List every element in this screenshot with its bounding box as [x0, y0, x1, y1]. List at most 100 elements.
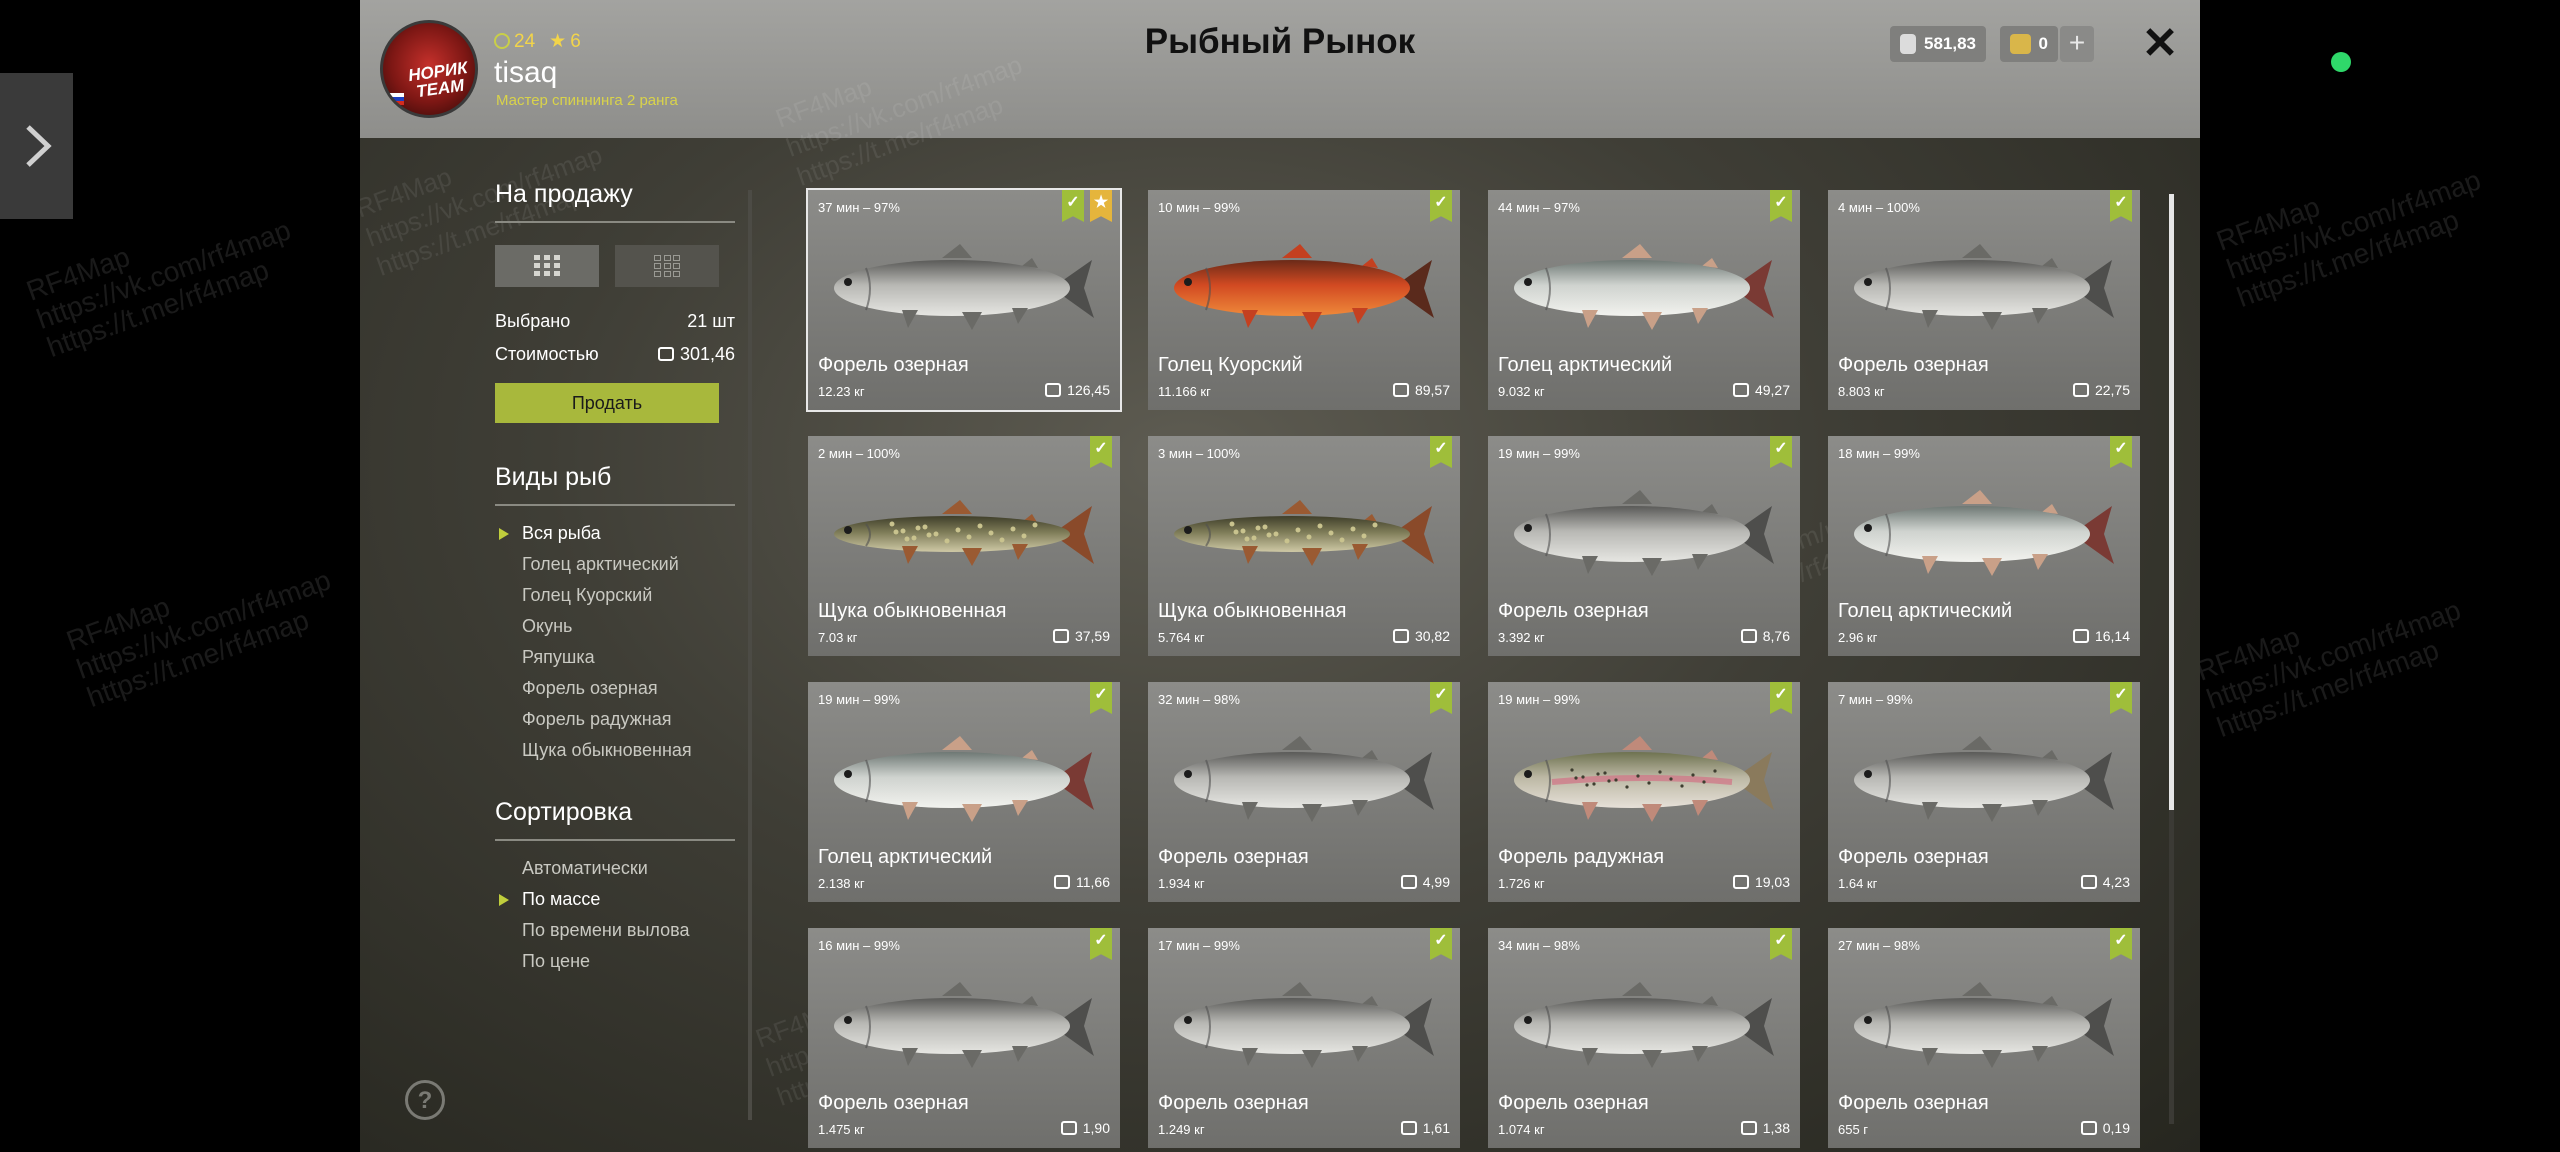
- fish-price: 4,99: [1400, 874, 1450, 890]
- player-rank: Мастер спиннинга 2 ранга: [496, 92, 678, 109]
- coin-icon: [2080, 875, 2097, 889]
- species-filter-item[interactable]: Вся рыба: [495, 518, 735, 549]
- species-filter-item[interactable]: Голец арктический: [495, 549, 735, 580]
- divider: [495, 221, 735, 223]
- coin-icon: [2080, 1121, 2097, 1135]
- fish-weight: 9.032 кг: [1498, 384, 1545, 399]
- gold-coin-icon: [2010, 34, 2031, 54]
- fish-image: [1514, 244, 1774, 330]
- sort-option[interactable]: По цене: [495, 946, 735, 977]
- fish-card[interactable]: 44 мин – 97% Голец арктический 9.032 кг …: [1488, 190, 1800, 410]
- fish-card[interactable]: 32 мин – 98% Форель озерная 1.934 кг 4,9…: [1148, 682, 1460, 902]
- fish-card[interactable]: 2 мин – 100% Щука обыкновенная 7.03 кг 3…: [808, 436, 1120, 656]
- fish-card[interactable]: 19 мин – 99% Голец арктический 2.138 кг …: [808, 682, 1120, 902]
- species-filter-item[interactable]: Голец Куорский: [495, 580, 735, 611]
- fish-price: 11,66: [1054, 874, 1110, 890]
- selected-check-icon[interactable]: ✓: [1090, 436, 1112, 468]
- species-filter-item[interactable]: Форель радужная: [495, 704, 735, 735]
- fish-price: 1,38: [1740, 1120, 1790, 1136]
- fish-card[interactable]: 10 мин – 99% Голец Куорский 11.166 кг 89…: [1148, 190, 1460, 410]
- fish-price: 4,23: [2080, 874, 2130, 890]
- fish-card[interactable]: 19 мин – 99% Форель озерная 3.392 кг 8,7…: [1488, 436, 1800, 656]
- fish-weight: 1.074 кг: [1498, 1122, 1545, 1137]
- catch-time-quality: 10 мин – 99%: [1158, 200, 1240, 215]
- catch-time-quality: 27 мин – 98%: [1838, 938, 1920, 953]
- selected-check-icon[interactable]: ✓: [1770, 190, 1792, 222]
- selected-check-icon[interactable]: ✓: [1090, 928, 1112, 960]
- fish-card[interactable]: 4 мин – 100% Форель озерная 8.803 кг 22,…: [1828, 190, 2140, 410]
- coin-icon: [1392, 383, 1409, 397]
- fish-weight: 5.764 кг: [1158, 630, 1205, 645]
- small-grid-view-button[interactable]: [615, 245, 719, 287]
- species-filter-item[interactable]: Форель озерная: [495, 673, 735, 704]
- fish-card[interactable]: 19 мин – 99% Форель радужная 1.726 кг 19…: [1488, 682, 1800, 902]
- coin-icon: [1400, 875, 1417, 889]
- view-toggle: [495, 245, 735, 287]
- species-filter-item[interactable]: Щука обыкновенная: [495, 735, 735, 766]
- fish-image: [834, 982, 1094, 1068]
- fish-weight: 3.392 кг: [1498, 630, 1545, 645]
- selected-label: Выбрано: [495, 311, 571, 331]
- selected-check-icon[interactable]: ✓: [1430, 682, 1452, 714]
- fish-image: [1174, 982, 1434, 1068]
- large-grid-view-button[interactable]: [495, 245, 599, 287]
- selected-check-icon[interactable]: ✓: [1430, 928, 1452, 960]
- chevron-right-icon: [25, 125, 52, 167]
- catch-time-quality: 17 мин – 99%: [1158, 938, 1240, 953]
- fish-card[interactable]: 17 мин – 99% Форель озерная 1.249 кг 1,6…: [1148, 928, 1460, 1148]
- selected-check-icon[interactable]: ✓: [1062, 190, 1084, 222]
- selected-check-icon[interactable]: ✓: [1090, 682, 1112, 714]
- selected-check-icon[interactable]: ✓: [1770, 682, 1792, 714]
- fish-image: [1514, 982, 1774, 1068]
- side-expand-button[interactable]: [0, 73, 73, 219]
- selected-check-icon[interactable]: ✓: [2110, 436, 2132, 468]
- selected-check-icon[interactable]: ✓: [2110, 928, 2132, 960]
- total-cost-row: Стоимостью 301,46: [495, 344, 735, 365]
- fish-image: [834, 500, 1094, 566]
- fish-image: [1514, 736, 1774, 822]
- help-button[interactable]: ?: [405, 1080, 445, 1120]
- catch-time-quality: 18 мин – 99%: [1838, 446, 1920, 461]
- close-button[interactable]: ✕: [2138, 22, 2182, 66]
- fish-name: Щука обыкновенная: [818, 600, 1007, 622]
- coin-icon: [1060, 1121, 1077, 1135]
- fish-card[interactable]: 16 мин – 99% Форель озерная 1.475 кг 1,9…: [808, 928, 1120, 1148]
- fish-card[interactable]: 18 мин – 99% Голец арктический 2.96 кг 1…: [1828, 436, 2140, 656]
- fish-card[interactable]: 34 мин – 98% Форель озерная 1.074 кг 1,3…: [1488, 928, 1800, 1148]
- favorite-star-icon[interactable]: ★: [1090, 190, 1112, 222]
- gold-balance: 0: [2000, 26, 2058, 62]
- fish-weight: 8.803 кг: [1838, 384, 1885, 399]
- sorting-section-title: Сортировка: [495, 798, 633, 826]
- species-filter-item[interactable]: Окунь: [495, 611, 735, 642]
- selected-check-icon[interactable]: ✓: [1770, 436, 1792, 468]
- fish-weight: 11.166 кг: [1158, 384, 1211, 399]
- fish-price: 22,75: [2072, 382, 2130, 398]
- sort-option[interactable]: По массе: [495, 884, 735, 915]
- fish-name: Форель озерная: [818, 354, 969, 376]
- divider: [495, 839, 735, 841]
- selected-check-icon[interactable]: ✓: [1770, 928, 1792, 960]
- fish-card[interactable]: 3 мин – 100% Щука обыкновенная 5.764 кг …: [1148, 436, 1460, 656]
- selected-check-icon[interactable]: ✓: [1430, 436, 1452, 468]
- fish-name: Форель озерная: [1158, 1092, 1309, 1114]
- fish-card[interactable]: 27 мин – 98% Форель озерная 655 г 0,19 ✓: [1828, 928, 2140, 1148]
- selected-check-icon[interactable]: ✓: [2110, 682, 2132, 714]
- sorting-list: Автоматически По массе По времени вылова По…: [495, 853, 735, 977]
- sort-option[interactable]: По времени вылова: [495, 915, 735, 946]
- selected-check-icon[interactable]: ✓: [2110, 190, 2132, 222]
- selected-check-icon[interactable]: ✓: [1430, 190, 1452, 222]
- species-filter-item[interactable]: Ряпушка: [495, 642, 735, 673]
- add-gold-button[interactable]: +: [2060, 26, 2094, 62]
- sort-option[interactable]: Автоматически: [495, 853, 735, 884]
- fish-image: [1174, 736, 1434, 822]
- fish-name: Форель озерная: [1838, 846, 1989, 868]
- fish-card[interactable]: 7 мин – 99% Форель озерная 1.64 кг 4,23 …: [1828, 682, 2140, 902]
- scrollbar-thumb[interactable]: [2169, 194, 2174, 810]
- sell-button[interactable]: Продать: [495, 383, 719, 423]
- fish-name: Форель озерная: [818, 1092, 969, 1114]
- fish-card[interactable]: 37 мин – 97% Форель озерная 12.23 кг 126…: [806, 188, 1122, 412]
- fish-weight: 655 г: [1838, 1122, 1869, 1137]
- grid-large-icon: [534, 255, 560, 276]
- fish-name: Щука обыкновенная: [1158, 600, 1347, 622]
- fish-name: Голец арктический: [1838, 600, 2013, 622]
